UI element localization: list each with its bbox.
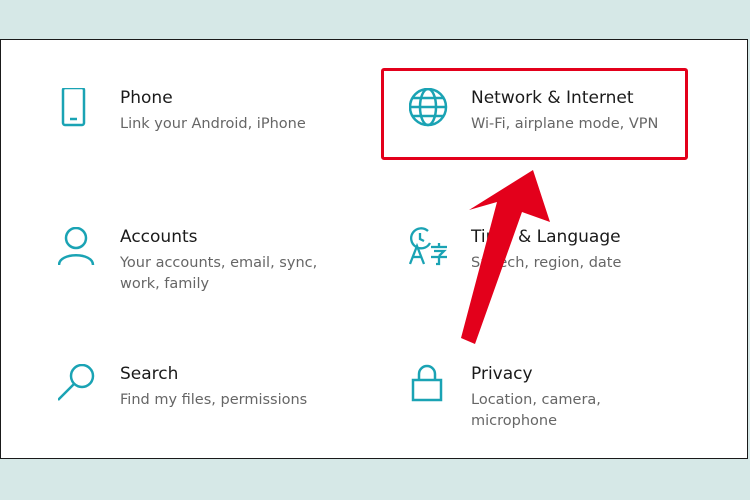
person-icon [57,226,104,273]
tile-title: Search [120,364,179,384]
tile-description: Speech, region, date [471,255,622,271]
highlight-box [381,68,688,160]
settings-tile-privacy[interactable]: Privacy Location, camera, microphone [409,364,729,454]
tile-description: Your accounts, email, sync, work, family [120,255,318,292]
tile-title: Privacy [471,364,533,384]
tile-title: Time & Language [471,227,621,247]
search-icon [57,363,104,410]
settings-tile-search[interactable]: Search Find my files, permissions [57,363,378,454]
settings-tile-time-language[interactable]: Time & Language Speech, region, date [408,227,729,317]
time-language-icon [408,227,455,273]
settings-tile-accounts[interactable]: Accounts Your accounts, email, sync, wor… [57,226,378,317]
phone-icon [58,86,104,134]
tile-description: Find my files, permissions [120,392,308,408]
tile-title: Accounts [120,227,198,247]
tile-description: Location, camera, microphone [471,392,601,429]
lock-icon [409,364,455,410]
tile-description: Link your Android, iPhone [120,116,306,132]
tile-title: Phone [120,88,173,108]
settings-tile-phone[interactable]: Phone Link your Android, iPhone [58,86,378,178]
